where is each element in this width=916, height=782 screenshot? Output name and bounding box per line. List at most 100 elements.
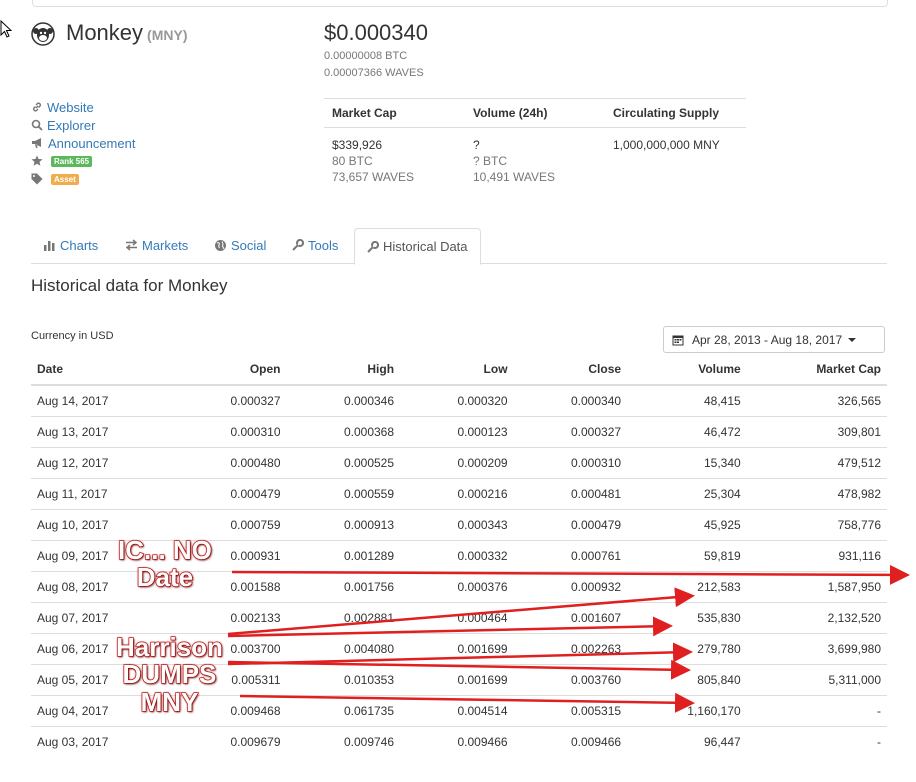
table-cell: 59,819 [627, 540, 747, 572]
table-row: Aug 13, 2017 0.000310 0.000368 0.000123 0.00… [31, 416, 887, 448]
table-cell: 1,587,950 [746, 571, 887, 603]
table-cell: Aug 03, 2017 [31, 726, 173, 757]
table-row: Aug 03, 2017 0.009679 0.009746 0.009466 0.00… [31, 726, 887, 757]
volume-values: ? ? BTC 10,491 WAVES [473, 137, 555, 185]
website-link[interactable]: Website [31, 98, 135, 116]
tab-historical-data[interactable]: Historical Data [354, 228, 481, 265]
tab-tools-label: Tools [308, 237, 339, 253]
explorer-link-label: Explorer [47, 117, 96, 133]
tab-social[interactable]: Social [214, 228, 266, 262]
table-cell: 309,801 [746, 416, 887, 448]
table-cell: 0.000327 [173, 384, 287, 417]
table-cell: 479,512 [746, 447, 887, 479]
col-close[interactable]: Close [513, 354, 628, 386]
stats-table: Market Cap Volume (24h) Circulating Supp… [324, 98, 746, 188]
table-cell: 0.009466 [513, 726, 628, 757]
tab-tools[interactable]: Tools [292, 228, 338, 262]
table-cell: 931,116 [746, 540, 887, 572]
tab-charts-label: Charts [60, 237, 99, 253]
table-cell: 0.000464 [400, 602, 514, 634]
volume-btc: ? BTC [473, 154, 508, 168]
table-cell: 0.004514 [400, 695, 514, 727]
rank-row: Rank 565 [31, 152, 135, 170]
price-btc: 0.00000008 BTC [324, 50, 408, 62]
table-cell: 478,982 [746, 478, 887, 510]
table-cell: 0.009466 [400, 726, 514, 757]
table-cell: 2,132,520 [746, 602, 887, 634]
supply-values: 1,000,000,000 MNY [613, 137, 720, 153]
table-row: Aug 14, 2017 0.000327 0.000346 0.000320 0.00… [31, 384, 887, 417]
chevron-down-icon [848, 337, 857, 342]
table-cell: 0.001607 [513, 602, 628, 634]
table-cell: 0.003760 [513, 664, 628, 696]
table-cell: Aug 13, 2017 [31, 416, 173, 448]
table-cell: 0.000368 [286, 416, 401, 448]
table-cell: 0.000346 [286, 384, 401, 417]
market-cap-values: $339,926 80 BTC 73,657 WAVES [332, 137, 414, 185]
table-cell: 535,830 [627, 602, 747, 634]
table-cell: 0.000216 [400, 478, 514, 510]
market-cap-usd: $339,926 [332, 138, 383, 152]
table-header-row: Date Open High Low Close Volume Market C… [31, 354, 887, 386]
historical-title: Historical data for Monkey [31, 276, 228, 295]
currency-label: Currency in USD [31, 330, 114, 342]
table-cell: Aug 12, 2017 [31, 447, 173, 479]
col-market-cap[interactable]: Market Cap [746, 354, 887, 386]
table-row: Aug 07, 2017 0.002133 0.002881 0.000464 0.00… [31, 602, 887, 634]
coin-name: Monkey [66, 20, 144, 45]
date-range-picker[interactable]: Apr 28, 2013 - Aug 18, 2017 [663, 326, 885, 353]
table-cell: Aug 11, 2017 [31, 478, 173, 510]
table-cell: 0.004080 [286, 633, 401, 665]
table-cell: 0.001699 [400, 664, 514, 696]
col-high[interactable]: High [286, 354, 401, 386]
table-cell: Aug 14, 2017 [31, 384, 173, 417]
table-cell: 0.000376 [400, 571, 514, 603]
search-icon [31, 119, 43, 131]
stats-header: Market Cap Volume (24h) Circulating Supp… [324, 99, 746, 128]
mouse-cursor-icon [0, 20, 12, 38]
announcement-link-label: Announcement [48, 135, 136, 151]
table-cell: 0.000332 [400, 540, 514, 572]
rank-badge: Rank 565 [51, 155, 93, 167]
market-cap-btc: 80 BTC [332, 154, 373, 168]
coin-symbol: (MNY) [147, 27, 188, 43]
price-usd: $0.000340 [324, 20, 428, 45]
table-row: Aug 12, 2017 0.000480 0.000525 0.000209 0.00… [31, 447, 887, 479]
tag-icon [31, 173, 43, 185]
bar-chart-icon [44, 241, 55, 251]
table-cell: 0.002133 [173, 602, 287, 634]
volume-header: Volume (24h) [473, 106, 548, 120]
wrench-icon [292, 239, 304, 251]
table-cell: 0.000123 [400, 416, 514, 448]
table-cell: 326,565 [746, 384, 887, 417]
table-cell: 0.000913 [286, 509, 401, 541]
table-cell: Aug 07, 2017 [31, 602, 173, 634]
table-cell: 0.005315 [513, 695, 628, 727]
table-cell: - [746, 695, 887, 727]
website-link-label: Website [47, 99, 94, 115]
col-volume[interactable]: Volume [627, 354, 747, 386]
market-cap-header: Market Cap [332, 106, 397, 120]
exchange-icon [125, 239, 138, 251]
col-open[interactable]: Open [173, 354, 287, 386]
table-cell: 46,472 [627, 416, 747, 448]
tab-charts[interactable]: Charts [43, 228, 98, 262]
table-cell: - [746, 726, 887, 757]
table-cell: 0.000479 [173, 478, 287, 510]
explorer-link[interactable]: Explorer [31, 116, 135, 134]
top-panel-edge [32, 0, 888, 7]
supply-header: Circulating Supply [613, 106, 720, 120]
table-cell: 5,311,000 [746, 664, 887, 696]
dump-annotation: Harrison DUMPS MNY [115, 632, 223, 717]
tab-markets[interactable]: Markets [125, 228, 188, 262]
volume-waves: 10,491 WAVES [473, 170, 556, 184]
coin-links: Website Explorer Announcement Rank 565 A… [31, 98, 135, 188]
col-date[interactable]: Date [31, 354, 173, 386]
col-low[interactable]: Low [400, 354, 514, 386]
bullhorn-icon [32, 138, 41, 148]
circulating-supply: 1,000,000,000 MNY [613, 138, 720, 152]
table-cell: 0.000479 [513, 509, 628, 541]
table-row: Aug 11, 2017 0.000479 0.000559 0.000216 0.00… [31, 478, 887, 510]
table-cell: 279,780 [627, 633, 747, 665]
announcement-link[interactable]: Announcement [31, 134, 135, 152]
